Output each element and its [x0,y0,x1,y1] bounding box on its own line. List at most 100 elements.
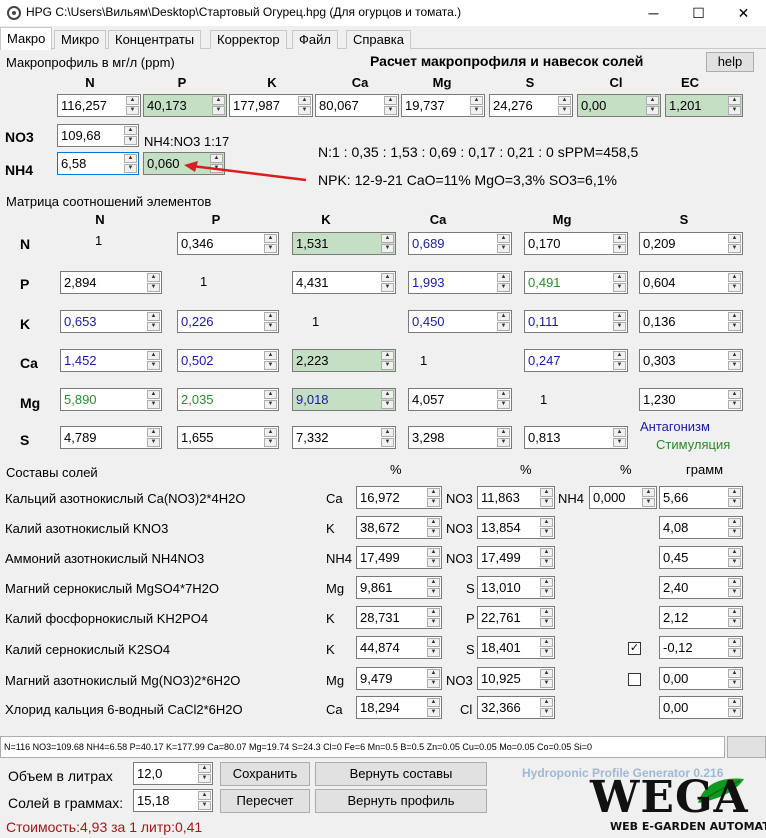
ratio-line: N:1 : 0,35 : 1,53 : 0,69 : 0,17 : 0,21 :… [318,144,639,160]
salt-grams-input[interactable]: 5,66 ▲ ▼ [659,486,743,509]
matrix-cell[interactable]: 3,298 ▲ ▼ [408,426,512,449]
matrix-cell[interactable]: 5,890 ▲ ▼ [60,388,162,411]
matrix-cell[interactable]: 4,789 ▲ ▼ [60,426,162,449]
salt-pct-2-input[interactable]: 18,401 ▲ ▼ [477,636,555,659]
salts-percent-header: % [390,462,402,477]
salt-pct-1-input[interactable]: 18,294 ▲ ▼ [356,696,442,719]
salt-pct-2-input[interactable]: 13,854 ▲ ▼ [477,516,555,539]
matrix-cell[interactable]: 1,993 ▲ ▼ [408,271,512,294]
salt-pct-1-input[interactable]: 28,731 ▲ ▼ [356,606,442,629]
salt-pct-1-input[interactable]: 16,972 ▲ ▼ [356,486,442,509]
restore-profile-button[interactable]: Вернуть профиль [315,789,487,813]
matrix-cell[interactable]: 0,226 ▲ ▼ [177,310,279,333]
macro-header-s: S [525,75,535,90]
matrix-cell[interactable]: 2,894 ▲ ▼ [60,271,162,294]
tab-help[interactable]: Справка [346,30,411,49]
matrix-cell[interactable]: 4,057 ▲ ▼ [408,388,512,411]
matrix-cell[interactable]: 1,452 ▲ ▼ [60,349,162,372]
salt-grams-input[interactable]: 0,45 ▲ ▼ [659,546,743,569]
salt-grams-input[interactable]: 0,00 ▲ ▼ [659,696,743,719]
matrix-cell[interactable]: 7,332 ▲ ▼ [292,426,396,449]
matrix-cell[interactable]: 0,209 ▲ ▼ [639,232,743,255]
salt-pct-1-input[interactable]: 9,861 ▲ ▼ [356,576,442,599]
salt-grams-input[interactable]: 2,12 ▲ ▼ [659,606,743,629]
nh4-no3-ratio-text: NH4:NO3 1:17 [144,134,230,149]
salt-element-1: K [326,521,335,536]
recalc-button[interactable]: Пересчет [220,789,310,813]
salt-pct-2-input[interactable]: 11,863 ▲ ▼ [477,486,555,509]
help-button[interactable]: help [706,52,754,72]
matrix-cell[interactable]: 1,655 ▲ ▼ [177,426,279,449]
salt-element-1: NH4 [326,551,353,566]
macro-s-input[interactable]: 24,276 ▲ ▼ [489,94,573,117]
salt-pct-2-input[interactable]: 10,925 ▲ ▼ [477,667,555,690]
macro-n-input[interactable]: 116,257 ▲ ▼ [57,94,141,117]
matrix-cell[interactable]: 0,136 ▲ ▼ [639,310,743,333]
nh4-input[interactable]: 6,58 ▲ ▼ [57,152,139,175]
calc-title: Расчет макропрофиля и навесок солей [370,53,644,69]
salt-element-1: Ca [326,702,343,717]
salt-pct-2-input[interactable]: 22,761 ▲ ▼ [477,606,555,629]
matrix-cell[interactable]: 2,035 ▲ ▼ [177,388,279,411]
macro-p-input[interactable]: 40,173 ▲ ▼ [143,94,227,117]
salt-grams-input[interactable]: -0,12 ▲ ▼ [659,636,743,659]
matrix-cell[interactable]: 0,111 ▲ ▼ [524,310,628,333]
profile-summary-field[interactable]: N=116 NO3=109.68 NH4=6.58 P=40.17 K=177.… [0,736,725,758]
minimize-button[interactable]: ─ [631,0,676,26]
mgno3-enable-checkbox[interactable] [628,673,641,686]
matrix-cell[interactable]: 4,431 ▲ ▼ [292,271,396,294]
macro-ec-input[interactable]: 1,201 ▲ ▼ [665,94,743,117]
matrix-cell[interactable]: 0,491 ▲ ▼ [524,271,628,294]
salt-pct-1-input[interactable]: 9,479 ▲ ▼ [356,667,442,690]
matrix-cell[interactable]: 0,450 ▲ ▼ [408,310,512,333]
matrix-cell[interactable]: 0,653 ▲ ▼ [60,310,162,333]
salt-element-2: Cl [460,702,473,717]
tab-macro[interactable]: Макро [0,27,53,50]
tab-concentrates[interactable]: Концентраты [108,30,202,49]
macro-profile-label: Макропрофиль в мг/л (ppm) [6,55,175,70]
matrix-cell[interactable]: 0,813 ▲ ▼ [524,426,628,449]
tab-file[interactable]: Файл [292,30,338,49]
profile-summary-button[interactable] [727,736,766,758]
matrix-row-label: Ca [20,355,38,371]
salt-pct-2-input[interactable]: 32,366 ▲ ▼ [477,696,555,719]
maximize-button[interactable]: ☐ [676,0,721,26]
matrix-cell[interactable]: 0,247 ▲ ▼ [524,349,628,372]
salt-pct-1-input[interactable]: 17,499 ▲ ▼ [356,546,442,569]
salt-pct-1-input[interactable]: 44,874 ▲ ▼ [356,636,442,659]
matrix-cell[interactable]: 0,346 ▲ ▼ [177,232,279,255]
matrix-cell[interactable]: 1,230 ▲ ▼ [639,388,743,411]
matrix-header-s: S [679,212,689,227]
volume-input[interactable]: 12,0 ▲ ▼ [133,762,213,785]
matrix-cell[interactable]: 2,223 ▲ ▼ [292,349,396,372]
matrix-cell[interactable]: 9,018 ▲ ▼ [292,388,396,411]
tab-micro[interactable]: Микро [54,30,107,49]
salts-grams-input[interactable]: 15,18 ▲ ▼ [133,789,213,812]
matrix-cell[interactable]: 0,689 ▲ ▼ [408,232,512,255]
salt-element-1: Ca [326,491,343,506]
matrix-header-ca: Ca [429,212,447,227]
salt-grams-input[interactable]: 4,08 ▲ ▼ [659,516,743,539]
salt-pct-2-input[interactable]: 17,499 ▲ ▼ [477,546,555,569]
matrix-cell[interactable]: 0,502 ▲ ▼ [177,349,279,372]
matrix-cell[interactable]: 0,303 ▲ ▼ [639,349,743,372]
salt-grams-input[interactable]: 2,40 ▲ ▼ [659,576,743,599]
salt-pct-2-input[interactable]: 13,010 ▲ ▼ [477,576,555,599]
matrix-row-label: P [20,276,30,292]
save-button[interactable]: Сохранить [220,762,310,786]
close-button[interactable]: ✕ [721,0,766,26]
matrix-cell[interactable]: 0,604 ▲ ▼ [639,271,743,294]
no3-input[interactable]: 109,68 ▲ ▼ [57,124,139,147]
salt-grams-input[interactable]: 0,00 ▲ ▼ [659,667,743,690]
macro-ca-input[interactable]: 80,067 ▲ ▼ [315,94,399,117]
salt-pct-1-input[interactable]: 38,672 ▲ ▼ [356,516,442,539]
macro-mg-input[interactable]: 19,737 ▲ ▼ [401,94,485,117]
macro-cl-input[interactable]: 0,00 ▲ ▼ [577,94,661,117]
matrix-cell[interactable]: 0,170 ▲ ▼ [524,232,628,255]
restore-compositions-button[interactable]: Вернуть составы [315,762,487,786]
matrix-cell[interactable]: 1,531 ▲ ▼ [292,232,396,255]
k2so4-enable-checkbox[interactable]: ✓ [628,642,641,655]
salt-nh4-pct-input[interactable]: 0,000 ▲ ▼ [589,486,657,509]
tab-corrector[interactable]: Корректор [210,30,287,49]
macro-k-input[interactable]: 177,987 ▲ ▼ [229,94,313,117]
